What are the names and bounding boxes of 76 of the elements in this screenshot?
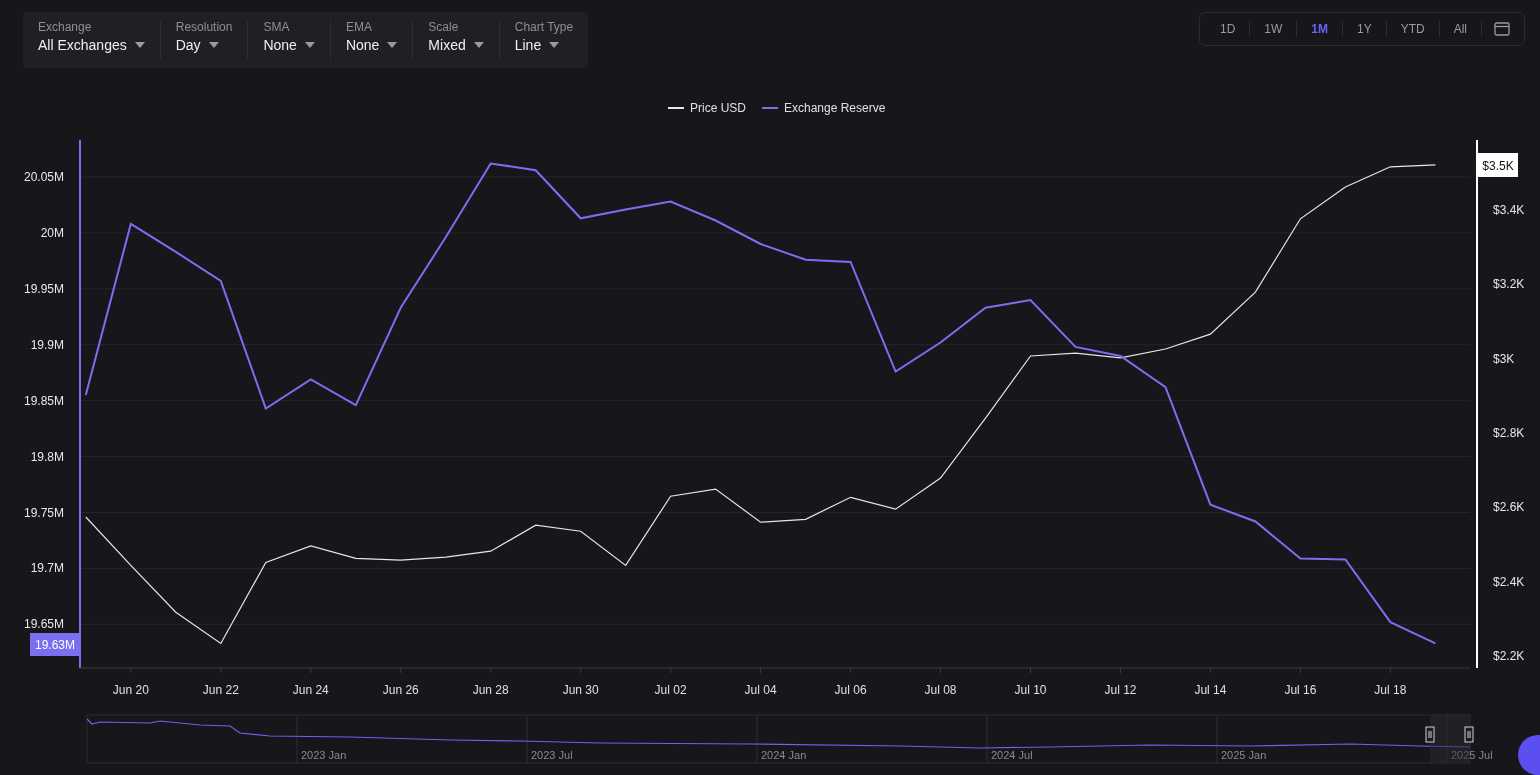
caret-icon: [549, 42, 560, 48]
dropdown-label: Exchange: [38, 20, 93, 34]
axis-label: $3K: [1493, 351, 1515, 366]
filter-dropdown[interactable]: Resolution Day: [160, 20, 249, 60]
range-tab[interactable]: 1M: [1297, 21, 1343, 37]
range-tab[interactable]: 1W: [1250, 21, 1298, 37]
axis-label: Jul 12: [1104, 683, 1137, 697]
axis-label: $2.8K: [1493, 426, 1525, 440]
axis-label: $3.4K: [1493, 202, 1525, 217]
range-tab[interactable]: All: [1439, 21, 1482, 37]
axis-label: $2.2K: [1493, 649, 1525, 664]
axis-label: 19.65M: [23, 617, 64, 632]
range-tab[interactable]: 1D: [1205, 21, 1251, 37]
axis-label: Jun 20: [112, 683, 149, 697]
filter-dropdown[interactable]: Chart Type Line: [499, 20, 589, 60]
axis-label: Jun 24: [292, 683, 329, 697]
caret-icon: [304, 42, 315, 48]
axis-label: Jul 14: [1194, 683, 1227, 697]
axis-label: 20M: [40, 225, 64, 240]
dropdown-label: EMA: [345, 20, 373, 34]
range-handle[interactable]: [1425, 726, 1435, 743]
timeline-label: 2024 Jan: [761, 749, 807, 761]
dropdown-label: Chart Type: [514, 20, 574, 34]
axis-label: Jul 18: [1374, 683, 1407, 697]
axis-label: Jul 08: [924, 683, 957, 697]
filter-dropdown[interactable]: SMA None: [248, 20, 331, 60]
dropdown-value: Mixed: [428, 37, 466, 53]
filter-dropdown[interactable]: Exchange All Exchanges: [23, 20, 161, 60]
axis-label: $2.6K: [1493, 500, 1525, 515]
axis-label: Jun 30: [562, 683, 599, 697]
axis-label: 19.75M: [23, 505, 64, 520]
dropdown-value: Line: [514, 37, 542, 53]
caret-icon: [387, 42, 398, 48]
axis-label: 19.95M: [23, 281, 64, 296]
axis-label: Jun 26: [382, 683, 419, 697]
calendar-icon[interactable]: [1494, 22, 1510, 36]
legend-label: Exchange Reserve: [784, 101, 886, 115]
crosshair-value-label: $3.5K: [1478, 153, 1518, 177]
axis-label: 19.8M: [30, 449, 64, 464]
caret-icon: [134, 42, 145, 48]
caret-icon: [208, 42, 219, 48]
legend-item[interactable]: Price USD: [667, 101, 746, 115]
axis-label: $3.2K: [1493, 277, 1525, 292]
axis-label: Jun 22: [202, 683, 239, 697]
timeline-label: 2023 Jul: [531, 749, 573, 761]
axis-label: $2.4K: [1493, 574, 1525, 589]
range-tab[interactable]: YTD: [1386, 21, 1440, 37]
axis-label: Jul 16: [1284, 683, 1317, 697]
filter-dropdown[interactable]: Scale Mixed: [413, 20, 500, 60]
axis-label: Jul 06: [834, 683, 867, 697]
axis-label: 19.7M: [30, 561, 64, 576]
axis-label: Jul 04: [744, 683, 777, 697]
axis-label: 19.85M: [23, 393, 64, 408]
dropdown-label: Resolution: [175, 20, 233, 34]
axis-label: 19.9M: [30, 337, 64, 352]
timeline-label: 2025 Jul: [1451, 749, 1493, 761]
range-tab[interactable]: 1Y: [1342, 21, 1387, 37]
timeline-label: 2023 Jan: [301, 749, 347, 761]
timeline-label: 2025 Jan: [1221, 749, 1267, 761]
crosshair-value-label: 19.63M: [30, 633, 80, 656]
axis-label: Jul 02: [654, 683, 687, 697]
timeline-label: 2024 Jul: [991, 749, 1033, 761]
dropdown-value: None: [263, 37, 297, 53]
dropdown-value: Day: [175, 37, 201, 53]
dropdown-value: None: [345, 37, 380, 53]
range-handle[interactable]: [1464, 726, 1474, 743]
legend-item[interactable]: Exchange Reserve: [761, 101, 886, 115]
axis-label: Jun 28: [472, 683, 509, 697]
legend-label: Price USD: [690, 101, 747, 115]
filter-dropdown[interactable]: EMA None: [330, 20, 414, 60]
dropdown-value: All Exchanges: [38, 37, 127, 53]
dropdown-label: Scale: [428, 20, 460, 34]
axis-label: 20.05M: [23, 169, 64, 184]
dropdown-label: SMA: [263, 20, 291, 34]
caret-icon: [473, 42, 484, 48]
axis-label: Jul 10: [1014, 683, 1047, 697]
